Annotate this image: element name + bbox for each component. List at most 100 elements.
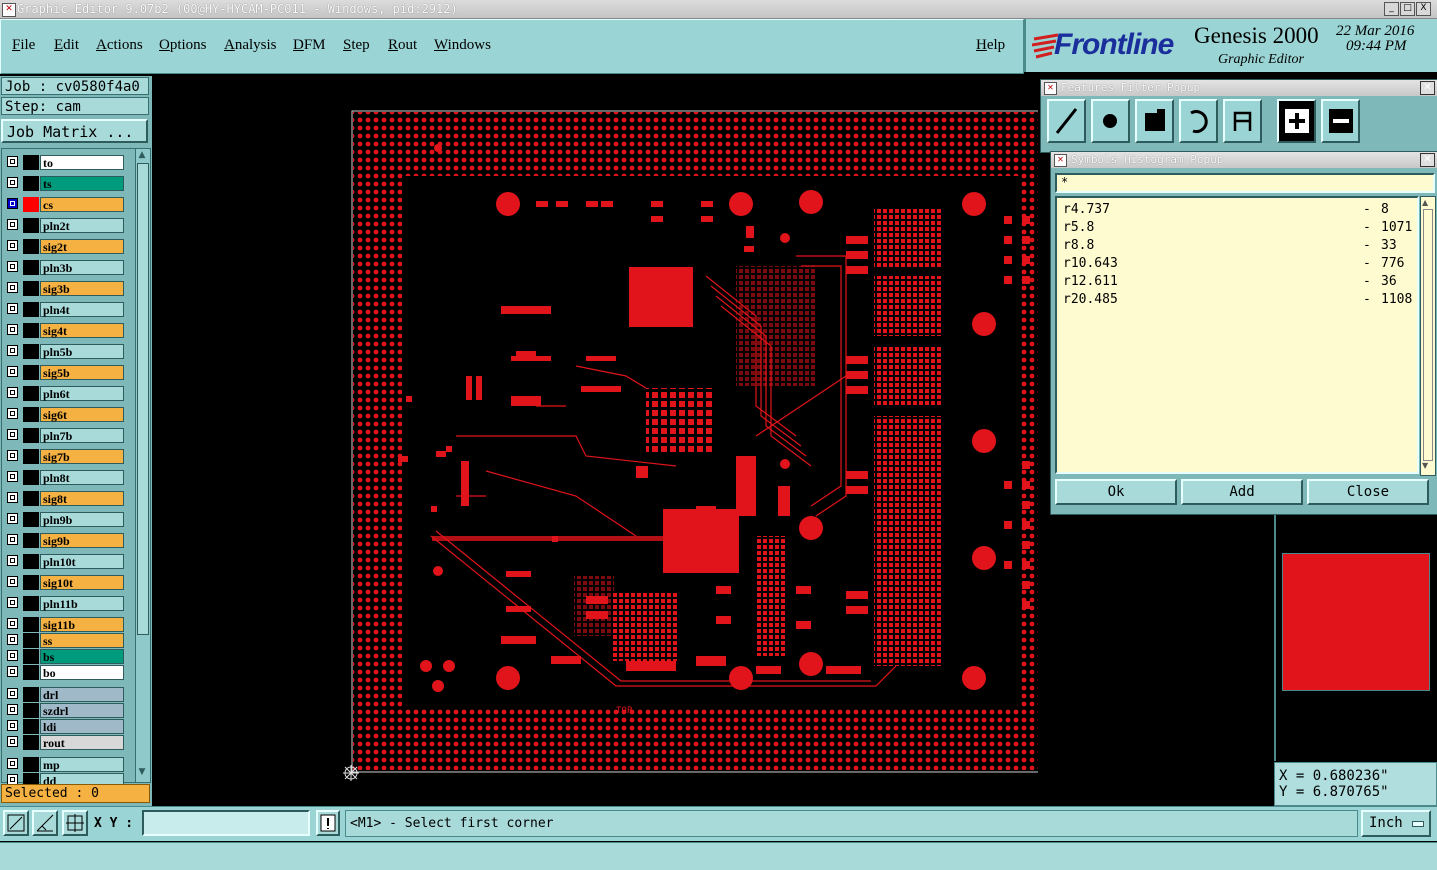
layer-name[interactable]: pln2t	[40, 218, 124, 233]
layer-row-sig6t[interactable]: sig6t	[5, 407, 124, 422]
layer-checkbox[interactable]	[7, 198, 18, 209]
grid-snap-button[interactable]	[62, 810, 88, 836]
layer-checkbox[interactable]	[7, 408, 18, 419]
layer-color-swatch[interactable]	[23, 302, 39, 317]
layer-name[interactable]: rout	[40, 735, 124, 750]
layer-row-ldi[interactable]: ldi	[5, 719, 124, 734]
layer-row-pln3b[interactable]: pln3b	[5, 260, 124, 275]
layer-row-pln7b[interactable]: pln7b	[5, 428, 124, 443]
layer-color-swatch[interactable]	[23, 575, 39, 590]
features-filter-close-button[interactable]: ✕	[1420, 81, 1435, 95]
layer-color-swatch[interactable]	[23, 197, 39, 212]
layer-row-pln10t[interactable]: pln10t	[5, 554, 124, 569]
layer-name[interactable]: pln3b	[40, 260, 124, 275]
layer-row-sig11b[interactable]: sig11b	[5, 617, 124, 632]
scroll-up-icon[interactable]: ▲	[1422, 198, 1428, 207]
layer-checkbox[interactable]	[7, 758, 18, 769]
close-button[interactable]: Close	[1307, 479, 1429, 505]
job-matrix-button[interactable]: Job Matrix ...	[1, 119, 148, 143]
layer-row-sig3b[interactable]: sig3b	[5, 281, 124, 296]
layer-name[interactable]: sig6t	[40, 407, 124, 422]
layer-checkbox[interactable]	[7, 492, 18, 503]
layer-checkbox[interactable]	[7, 219, 18, 230]
layer-row-cs[interactable]: cs	[5, 197, 124, 212]
symbol-row[interactable]: r4.737 -8	[1063, 201, 1413, 219]
layer-color-swatch[interactable]	[23, 649, 39, 664]
layer-name[interactable]: pln6t	[40, 386, 124, 401]
layer-checkbox[interactable]	[7, 597, 18, 608]
layer-name[interactable]: to	[40, 155, 124, 170]
layer-color-swatch[interactable]	[23, 735, 39, 750]
layer-color-swatch[interactable]	[23, 386, 39, 401]
menu-actions[interactable]: Actions	[96, 37, 143, 54]
ok-button[interactable]: Ok	[1055, 479, 1177, 505]
scroll-down-icon[interactable]: ▼	[137, 767, 147, 777]
layer-checkbox[interactable]	[7, 261, 18, 272]
layer-name[interactable]: bo	[40, 665, 124, 680]
layer-list-scrollbar[interactable]: ▲ ▼	[135, 148, 151, 783]
xy-input[interactable]	[142, 810, 310, 836]
menu-windows[interactable]: Windows	[434, 37, 491, 54]
menu-analysis[interactable]: Analysis	[224, 37, 277, 54]
layer-checkbox[interactable]	[7, 650, 18, 661]
layer-checkbox[interactable]	[7, 555, 18, 566]
layer-name[interactable]: sig9b	[40, 533, 124, 548]
layer-row-pln11b[interactable]: pln11b	[5, 596, 124, 611]
symbol-row[interactable]: r5.8 -1071	[1063, 219, 1413, 237]
filter-surface-button[interactable]	[1135, 99, 1174, 143]
layer-checkbox[interactable]	[7, 720, 18, 731]
symbol-list-scrollbar[interactable]: ▲ ▼	[1420, 196, 1436, 476]
layer-name[interactable]: pln9b	[40, 512, 124, 527]
layer-name[interactable]: ldi	[40, 719, 124, 734]
layer-color-swatch[interactable]	[23, 491, 39, 506]
layer-color-swatch[interactable]	[23, 757, 39, 772]
layer-name[interactable]: drl	[40, 687, 124, 702]
menu-help[interactable]: Help	[976, 37, 1005, 54]
layer-name[interactable]: pln8t	[40, 470, 124, 485]
layer-row-sig10t[interactable]: sig10t	[5, 575, 124, 590]
layer-row-bs[interactable]: bs	[5, 649, 124, 664]
alert-button[interactable]	[316, 810, 340, 836]
layer-color-swatch[interactable]	[23, 633, 39, 648]
layer-row-mp[interactable]: mp	[5, 757, 124, 772]
filter-negative-button[interactable]	[1321, 99, 1360, 143]
layer-row-pln4t[interactable]: pln4t	[5, 302, 124, 317]
layer-checkbox[interactable]	[7, 576, 18, 587]
graphic-canvas[interactable]: TOP	[156, 76, 1075, 806]
layer-checkbox[interactable]	[7, 634, 18, 645]
menu-rout[interactable]: Rout	[388, 37, 417, 54]
scroll-down-icon[interactable]: ▼	[1422, 461, 1428, 470]
layer-checkbox[interactable]	[7, 324, 18, 335]
layer-checkbox[interactable]	[7, 387, 18, 398]
layer-checkbox[interactable]	[7, 666, 18, 677]
layer-name[interactable]: cs	[40, 197, 124, 212]
layer-name[interactable]: sig2t	[40, 239, 124, 254]
layer-row-sig7b[interactable]: sig7b	[5, 449, 124, 464]
pcb-board-view[interactable]: TOP	[156, 76, 1075, 806]
layer-color-swatch[interactable]	[23, 239, 39, 254]
layer-color-swatch[interactable]	[23, 365, 39, 380]
layer-name[interactable]: pln7b	[40, 428, 124, 443]
menu-dfm[interactable]: DFM	[293, 37, 326, 54]
overview-window[interactable]	[1274, 515, 1437, 761]
layer-color-swatch[interactable]	[23, 703, 39, 718]
layer-row-ss[interactable]: ss	[5, 633, 124, 648]
layer-name[interactable]: bs	[40, 649, 124, 664]
filter-text-button[interactable]	[1223, 99, 1262, 143]
layer-color-swatch[interactable]	[23, 617, 39, 632]
layer-checkbox[interactable]	[7, 366, 18, 377]
layer-row-sig2t[interactable]: sig2t	[5, 239, 124, 254]
layer-name[interactable]: sig11b	[40, 617, 124, 632]
scroll-thumb[interactable]	[137, 163, 149, 635]
layer-name[interactable]: pln5b	[40, 344, 124, 359]
layer-row-drl[interactable]: drl	[5, 687, 124, 702]
layer-name[interactable]: sig4t	[40, 323, 124, 338]
filter-arc-button[interactable]	[1179, 99, 1218, 143]
scroll-thumb[interactable]	[1423, 209, 1433, 461]
layer-color-swatch[interactable]	[23, 665, 39, 680]
layer-checkbox[interactable]	[7, 704, 18, 715]
layer-row-pln2t[interactable]: pln2t	[5, 218, 124, 233]
layer-color-swatch[interactable]	[23, 596, 39, 611]
layer-name[interactable]: sig10t	[40, 575, 124, 590]
layer-checkbox[interactable]	[7, 618, 18, 629]
